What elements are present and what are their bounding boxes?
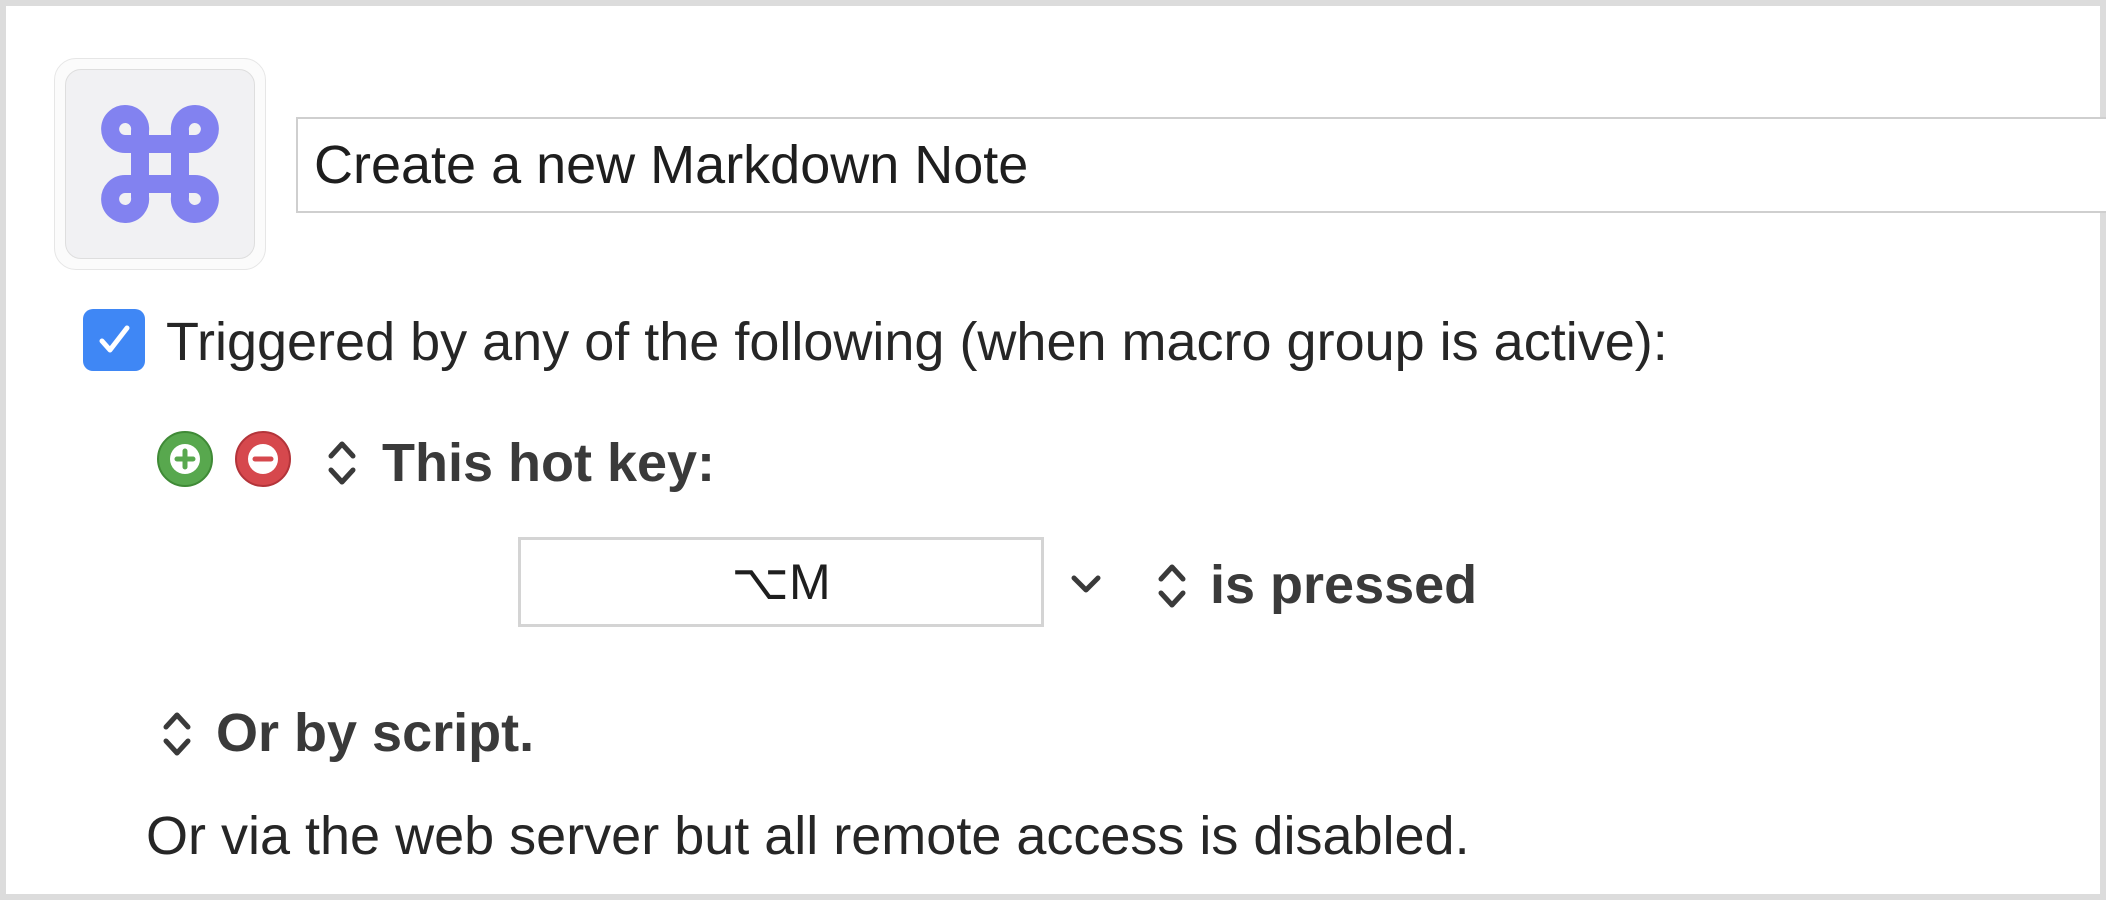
macro-icon-tile[interactable] <box>65 69 255 259</box>
hotkey-condition-label[interactable]: is pressed <box>1210 551 1477 619</box>
triggers-label: Triggered by any of the following (when … <box>166 312 1668 372</box>
hotkey-trigger-label[interactable]: This hot key: <box>382 429 715 497</box>
hotkey-menu-button[interactable] <box>1064 562 1108 606</box>
chevron-down-icon <box>1071 575 1101 593</box>
minus-circle-icon <box>248 444 278 474</box>
script-trigger-popup-arrows[interactable] <box>157 706 197 762</box>
add-trigger-button[interactable] <box>157 431 213 487</box>
up-down-chevron-icon <box>328 441 356 485</box>
up-down-chevron-icon <box>1158 564 1186 608</box>
script-trigger-label[interactable]: Or by script. <box>216 699 534 767</box>
triggers-enabled-checkbox[interactable] <box>83 309 145 371</box>
macro-name-field[interactable]: Create a new Markdown Note <box>296 117 2106 213</box>
remove-trigger-button[interactable] <box>235 431 291 487</box>
checkmark-icon <box>99 325 130 353</box>
trigger-type-popup-arrows[interactable] <box>322 435 362 491</box>
command-key-icon <box>101 105 219 223</box>
hotkey-field[interactable]: ⌥M <box>518 537 1044 627</box>
up-down-chevron-icon <box>163 712 191 756</box>
hotkey-condition-popup-arrows[interactable] <box>1152 558 1192 614</box>
web-server-note: Or via the web server but all remote acc… <box>146 806 1470 866</box>
plus-circle-icon <box>170 444 200 474</box>
macro-editor-panel: Create a new Markdown Note Triggered by … <box>0 0 2106 900</box>
